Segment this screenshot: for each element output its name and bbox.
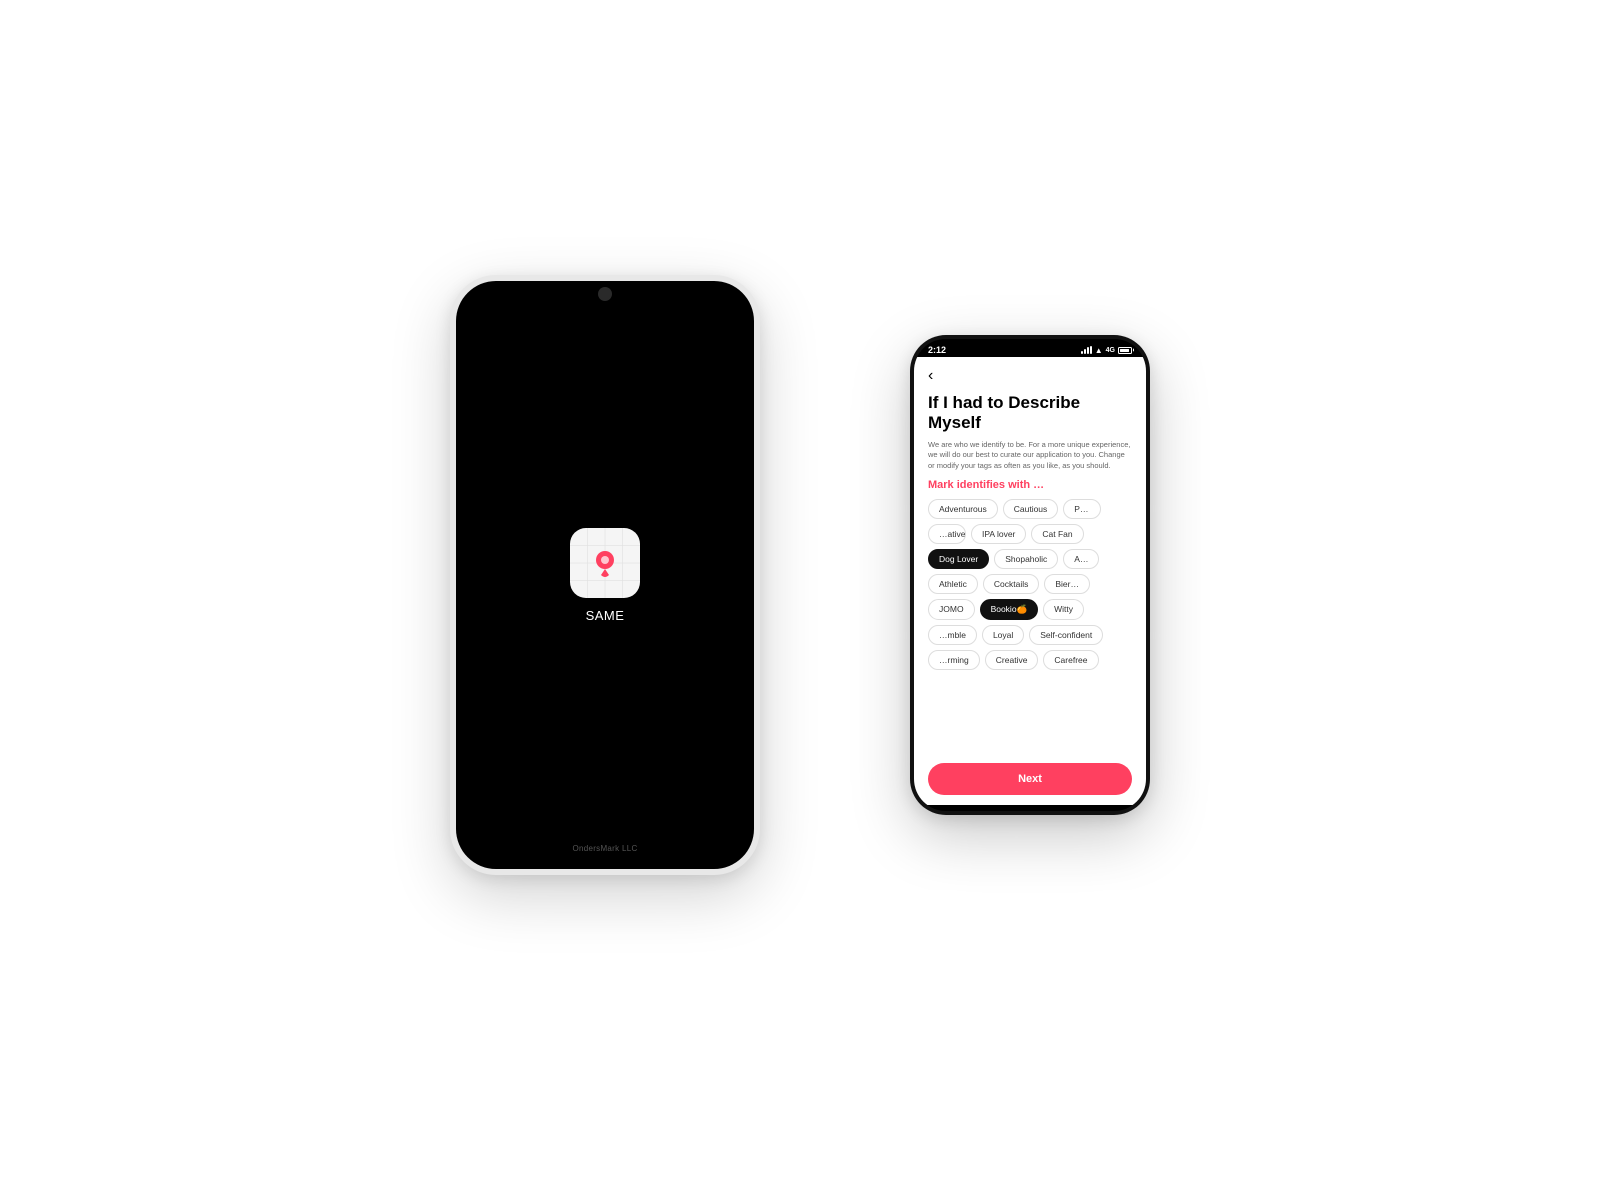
tag-native[interactable]: …ative — [928, 524, 966, 544]
tag-a[interactable]: A… — [1063, 549, 1099, 569]
tag-witty[interactable]: Witty — [1043, 599, 1084, 620]
tag-charming[interactable]: …rming — [928, 650, 980, 670]
big-phone-screen: SAME OndersMark LLC — [456, 281, 754, 869]
front-camera — [598, 287, 612, 301]
tags-container: Adventurous Cautious Pra… …ative IPA lov… — [928, 499, 1132, 755]
tag-bier[interactable]: Bier… — [1044, 574, 1090, 594]
status-bar: 2:12 ▲ 4G — [914, 339, 1146, 357]
screen-title: If I had to Describe Myself — [928, 393, 1132, 434]
tag-athletic[interactable]: Athletic — [928, 574, 978, 594]
tag-cautious[interactable]: Cautious — [1003, 499, 1059, 519]
status-time: 2:12 — [928, 345, 946, 355]
tag-cat-fan[interactable]: Cat Fan — [1031, 524, 1083, 544]
screen-description: We are who we identify to be. For a more… — [928, 440, 1132, 472]
app-icon — [570, 528, 640, 598]
tag-shopaholic[interactable]: Shopaholic — [994, 549, 1058, 569]
back-button[interactable]: ‹ — [928, 367, 1132, 385]
app-icon-container: SAME — [570, 528, 640, 623]
pin-icon — [594, 549, 616, 577]
app-name-label: SAME — [586, 608, 625, 623]
scene: SAME OndersMark LLC 2:12 ▲ 4G — [450, 275, 1150, 925]
tag-loyal[interactable]: Loyal — [982, 625, 1024, 645]
network-label: 4G — [1106, 347, 1115, 354]
wifi-icon: ▲ — [1095, 346, 1103, 355]
tag-ipa-lover[interactable]: IPA lover — [971, 524, 1026, 544]
tag-carefree[interactable]: Carefree — [1043, 650, 1098, 670]
big-phone-footer: OndersMark LLC — [572, 844, 637, 853]
next-button[interactable]: Next — [928, 763, 1132, 795]
tag-cocktails[interactable]: Cocktails — [983, 574, 1039, 594]
small-phone: 2:12 ▲ 4G ‹ If — [910, 335, 1150, 815]
tag-bookio[interactable]: Bookio🍊 — [980, 599, 1039, 620]
section-label: Mark identifies with … — [928, 479, 1132, 491]
tag-self-confident[interactable]: Self-confident — [1029, 625, 1103, 645]
tag-jomo[interactable]: JOMO — [928, 599, 975, 620]
battery-fill — [1120, 349, 1129, 352]
tag-humble[interactable]: …mble — [928, 625, 977, 645]
phone-content: ‹ If I had to Describe Myself We are who… — [914, 357, 1146, 805]
tag-adventurous[interactable]: Adventurous — [928, 499, 998, 519]
small-phone-screen: 2:12 ▲ 4G ‹ If — [914, 339, 1146, 811]
tag-creative[interactable]: Creative — [985, 650, 1039, 670]
tag-dog-lover[interactable]: Dog Lover — [928, 549, 989, 569]
signal-icon — [1081, 346, 1092, 354]
battery-icon — [1118, 347, 1132, 354]
status-icons: ▲ 4G — [1081, 346, 1132, 355]
tag-practical[interactable]: Pra… — [1063, 499, 1101, 519]
big-phone: SAME OndersMark LLC — [450, 275, 760, 875]
